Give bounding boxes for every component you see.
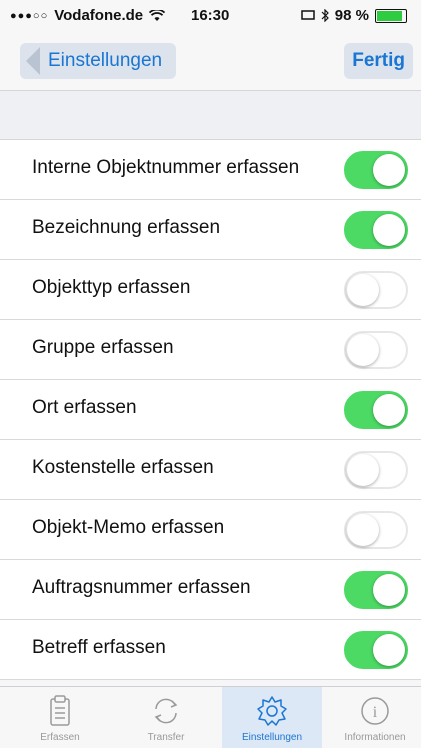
settings-row-label: Kostenstelle erfassen: [32, 457, 214, 478]
toggle-switch[interactable]: [344, 151, 408, 189]
clock: 16:30: [191, 7, 230, 24]
status-right: 98 %: [301, 7, 407, 24]
toggle-knob: [347, 274, 379, 306]
settings-row-label: Bezeichnung erfassen: [32, 217, 221, 238]
tab-label: Informationen: [344, 732, 406, 743]
toggle-knob: [347, 454, 379, 486]
battery-percent: 98 %: [334, 7, 369, 24]
battery-fill: [377, 10, 402, 21]
wifi-icon: [149, 9, 166, 21]
toggle-knob: [347, 514, 379, 546]
toggle-knob: [347, 334, 379, 366]
toggle-knob: [373, 634, 405, 666]
status-left: ●●●○○ Vodafone.de: [10, 7, 166, 24]
settings-row-label: Gruppe erfassen: [32, 337, 174, 358]
toggle-switch[interactable]: [344, 391, 408, 429]
tab-bar: Erfassen Transfer Einstellungen i Inform…: [0, 686, 421, 748]
settings-row: Objekttyp erfassen: [0, 260, 421, 320]
toggle-knob: [373, 394, 405, 426]
toggle-switch[interactable]: [344, 211, 408, 249]
toggle-knob: [373, 154, 405, 186]
settings-row-label: Objekttyp erfassen: [32, 277, 191, 298]
settings-row: Interne Objektnummer erfassen: [0, 140, 421, 200]
tab-einstellungen[interactable]: Einstellungen: [222, 687, 322, 748]
chevron-left-icon: [26, 47, 40, 75]
tab-label: Transfer: [147, 732, 185, 743]
settings-row: Objekt-Memo erfassen: [0, 500, 421, 560]
back-button-label: Einstellungen: [48, 50, 163, 71]
carrier-name: Vodafone.de: [54, 7, 144, 24]
navigation-bar: Einstellungen Fertig: [0, 30, 421, 91]
battery-icon: [375, 8, 407, 23]
settings-row-label: Objekt-Memo erfassen: [32, 517, 225, 538]
toggle-knob: [373, 214, 405, 246]
svg-text:i: i: [373, 704, 378, 721]
tab-erfassen[interactable]: Erfassen: [10, 687, 110, 748]
bluetooth-icon: [321, 9, 329, 22]
status-bar: ●●●○○ Vodafone.de 16:30 98 %: [0, 0, 421, 30]
signal-strength: ●●●○○: [10, 9, 49, 22]
toggle-switch[interactable]: [344, 451, 408, 489]
clipboard-icon: [50, 695, 70, 726]
toggle-knob: [373, 574, 405, 606]
tab-informationen[interactable]: i Informationen: [325, 687, 421, 748]
tab-label: Erfassen: [40, 732, 80, 743]
settings-row: Kostenstelle erfassen: [0, 440, 421, 500]
screen-mirroring-icon: [301, 10, 315, 20]
settings-row: Betreff erfassen: [0, 620, 421, 680]
done-button-label: Fertig: [352, 50, 405, 71]
toggle-switch[interactable]: [344, 511, 408, 549]
settings-row-label: Interne Objektnummer erfassen: [32, 157, 300, 178]
toggle-switch[interactable]: [344, 631, 408, 669]
settings-row: Auftragsnummer erfassen: [0, 560, 421, 620]
tab-transfer[interactable]: Transfer: [116, 687, 216, 748]
settings-row: Ort erfassen: [0, 380, 421, 440]
settings-row-label: Betreff erfassen: [32, 637, 166, 658]
gear-icon: [257, 696, 287, 726]
toggle-switch[interactable]: [344, 331, 408, 369]
tab-label: Einstellungen: [241, 732, 303, 743]
back-button[interactable]: Einstellungen: [20, 43, 177, 79]
settings-row: Bezeichnung erfassen: [0, 200, 421, 260]
toggle-switch[interactable]: [344, 571, 408, 609]
toggle-switch[interactable]: [344, 271, 408, 309]
settings-row-label: Auftragsnummer erfassen: [32, 577, 251, 598]
sync-icon: [154, 698, 178, 724]
settings-list: Interne Objektnummer erfassen Bezeichnung…: [0, 140, 421, 680]
section-header-spacer: [0, 91, 421, 140]
settings-row-label: Ort erfassen: [32, 397, 137, 418]
settings-row: Gruppe erfassen: [0, 320, 421, 380]
done-button[interactable]: Fertig: [344, 43, 413, 79]
info-icon: i: [361, 697, 389, 725]
